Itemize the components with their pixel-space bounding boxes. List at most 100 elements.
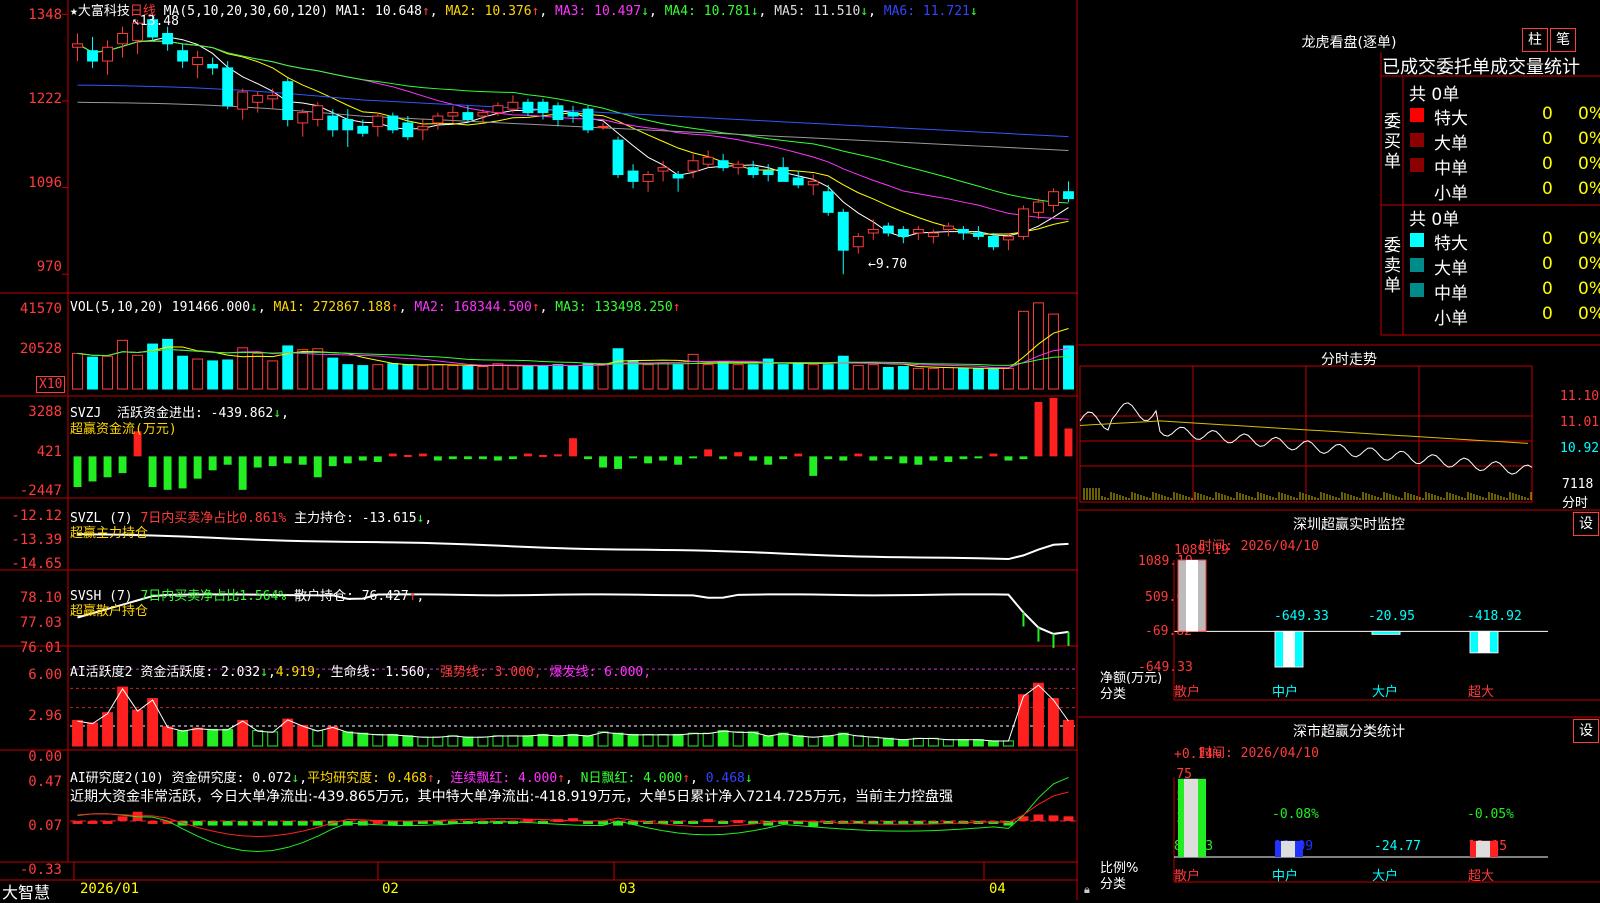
ma3-value: MA3: 10.497 (555, 4, 642, 19)
svzj-bar (73, 456, 82, 488)
sz-monitor-panel: 深圳超赢实时监控 设 时间: 2026/04/10 1089.19 509.69… (1098, 510, 1600, 717)
price-ytick: 970 (36, 259, 62, 275)
ma5-value: MA5: 11.510 (774, 4, 861, 19)
sz-class-title: 深市超赢分类统计 (1293, 724, 1405, 740)
ai-active-bar (447, 735, 459, 747)
ma-params: MA(5,10,20,30,60,120) (163, 4, 329, 19)
vol-bar (777, 364, 789, 390)
vol-bar (1033, 302, 1044, 390)
svzj-bar (298, 456, 307, 465)
svzj-bar (599, 456, 607, 468)
candle-body (717, 160, 729, 169)
sell-row-pct: 0% (1578, 304, 1600, 324)
sz-class-panel: 深市超赢分类统计 设 时间: 2026/04/10 75 50 25 0 比例%… (1098, 717, 1600, 900)
svzl-ytick: -12.12 (11, 508, 62, 524)
svzj-bar (163, 456, 172, 490)
candle-body (912, 229, 924, 234)
ai-active-bar (297, 725, 309, 747)
svzj-bar (463, 456, 472, 460)
sz-class-category: 中户 (1272, 869, 1299, 884)
ma1-line (77, 36, 1069, 238)
ai-active-bar (117, 686, 129, 747)
vol-bar (672, 364, 684, 390)
ai-active-bar (477, 736, 489, 747)
svsh-subtitle: 超赢散户持仓 (70, 604, 149, 619)
lock-icon[interactable]: 🔒︎ (1084, 883, 1090, 897)
ai-research-ytick: 0.47 (28, 774, 62, 790)
candle-body (657, 167, 669, 172)
ai-active-ytick: 6.00 (28, 667, 62, 683)
sz-monitor-ytick: 509.69 (1145, 590, 1192, 605)
vol-bar (342, 364, 354, 390)
vol-bar (942, 366, 954, 390)
svzj-bar (989, 453, 998, 457)
svzj-bar (524, 453, 532, 457)
svzj-bar (899, 456, 908, 464)
ma5-arrow: ↓ (860, 4, 869, 19)
buy-swatch (1410, 133, 1424, 147)
vol-bar (102, 355, 113, 390)
svzl-subtitle: 超赢主力持仓 (70, 526, 149, 541)
svzl-line (77, 533, 1069, 561)
svzj-bar (343, 456, 352, 464)
candle-body (567, 112, 579, 117)
ai-active-bar (537, 733, 549, 747)
vol-bar (252, 352, 264, 390)
sz-monitor-settings-button[interactable]: 设 (1573, 512, 1599, 536)
candle-body (267, 94, 279, 100)
ai-active-bar (237, 719, 249, 747)
brand-logo[interactable]: 大智慧 (2, 879, 50, 903)
candle-body (357, 125, 369, 134)
ai-active-bar (432, 736, 444, 747)
svzj-ytick: 3288 (28, 404, 62, 420)
ai-active-bar (747, 731, 759, 747)
vol-bar (567, 365, 579, 390)
ai-active-bar (342, 731, 354, 747)
svzj-bar (1049, 397, 1058, 457)
svzj-bar (689, 456, 698, 459)
kline-header: ★大富科技日线 MA(5,10,20,30,60,120) MA1: 10.64… (70, 4, 978, 19)
svsh-ytick: 77.03 (19, 615, 62, 631)
candle-body (1063, 191, 1074, 200)
vol-bar (522, 366, 534, 390)
svzj-bar (809, 456, 818, 476)
ai-active-bar (717, 730, 729, 747)
candle-body (447, 112, 459, 117)
ai-active-ytick: 0.00 (28, 749, 62, 765)
sz-class-ytick: 25 (1176, 811, 1192, 826)
ai-active-bar (162, 726, 174, 747)
svzj-bar (283, 456, 292, 464)
sell-row-pct: 0% (1578, 229, 1600, 249)
candle-body (492, 105, 504, 114)
candle-body (1048, 191, 1059, 206)
ai-research-bar (192, 820, 203, 826)
candle-body (312, 105, 324, 120)
sell-total: 共 0单 (1409, 210, 1460, 230)
sell-row-n: 0 (1542, 304, 1553, 324)
svzj-bar (493, 456, 502, 461)
vol-bar (822, 364, 834, 390)
sz-monitor-category: 超大 (1468, 685, 1495, 700)
vol-header: VOL(5,10,20) 191466.000↓, MA1: 272867.18… (70, 300, 681, 315)
vol-bar (297, 349, 309, 390)
vol-bar (642, 364, 654, 390)
buy-row-n: 0 (1542, 179, 1553, 199)
ai-research-bar (117, 816, 128, 821)
lhb-subtitle: 已成交委托单成交量统计 (1382, 57, 1580, 78)
sz-monitor-xcat: 分类 (1100, 687, 1127, 702)
sz-class-settings-button[interactable]: 设 (1573, 719, 1599, 743)
stock-name[interactable]: ★大富科技 (70, 4, 130, 19)
buy-row-name: 小单 (1434, 184, 1468, 204)
chart-canvas[interactable] (0, 0, 1078, 900)
buy-swatch (1410, 108, 1424, 122)
ai-active-bar (72, 719, 83, 747)
vol-bar (372, 364, 384, 390)
vol-unit-badge[interactable]: X10 (36, 376, 66, 393)
ai-active-bar (462, 736, 474, 747)
bar-mode-button[interactable]: 柱 (1522, 28, 1548, 52)
pen-mode-button[interactable]: 笔 (1550, 28, 1576, 52)
svzj-bar (403, 454, 412, 457)
sz-class-category: 超大 (1468, 869, 1495, 884)
vol-bar (732, 364, 744, 390)
sz-class-value-label: 87.93 (1174, 839, 1214, 854)
